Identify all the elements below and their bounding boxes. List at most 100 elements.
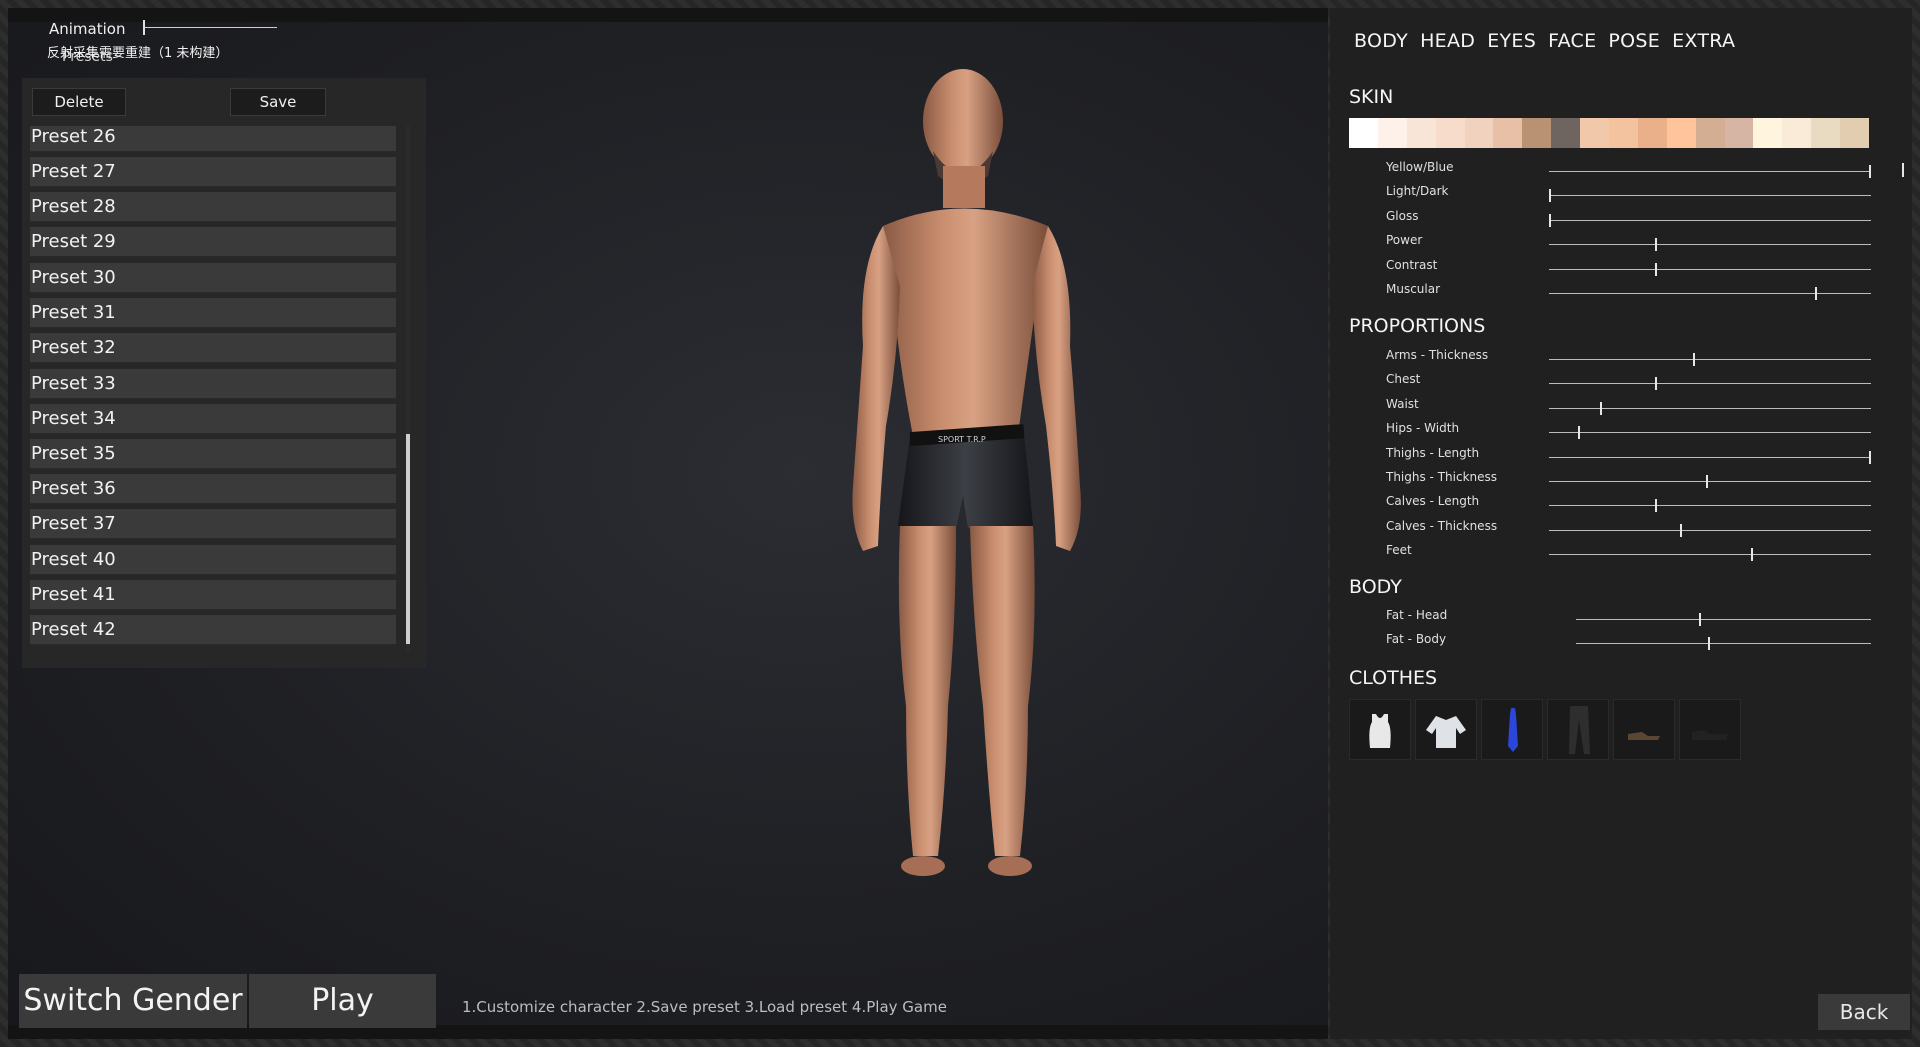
back-button[interactable]: Back [1818, 994, 1910, 1030]
skin-swatch[interactable] [1840, 118, 1870, 148]
play-button[interactable]: Play [249, 974, 436, 1028]
skin-swatch[interactable] [1695, 118, 1725, 148]
slider-track[interactable] [1549, 238, 1871, 252]
save-preset-button[interactable]: Save [230, 88, 326, 116]
skin-section-title: SKIN [1349, 86, 1394, 108]
preset-item[interactable]: Preset 31 [30, 298, 396, 328]
preset-item[interactable]: Preset 37 [30, 509, 396, 539]
slider-track[interactable] [1549, 353, 1871, 366]
slider-label: Fat - Head [1386, 608, 1448, 622]
slider-thumb[interactable] [1708, 637, 1710, 651]
skin-swatch[interactable] [1637, 118, 1667, 148]
instructions-text: 1.Customize character 2.Save preset 3.Lo… [462, 998, 947, 1016]
skin-swatch[interactable] [1753, 118, 1783, 148]
slider-thumb[interactable] [1655, 377, 1657, 391]
slider-track[interactable] [1549, 189, 1871, 203]
slider-thumb[interactable] [1815, 287, 1817, 300]
skin-swatch[interactable] [1435, 118, 1465, 148]
skin-swatch[interactable] [1406, 118, 1436, 148]
shoes-icon[interactable] [1613, 699, 1675, 760]
switch-gender-button[interactable]: Switch Gender [19, 974, 247, 1028]
preset-item[interactable]: Preset 29 [30, 227, 396, 257]
slider-thumb[interactable] [1600, 401, 1602, 415]
animation-slider[interactable] [143, 20, 277, 35]
slider-track[interactable] [1576, 637, 1871, 651]
slider-track[interactable] [1549, 548, 1871, 562]
skin-swatch[interactable] [1493, 118, 1523, 148]
character-model[interactable]: SPORT T.R.P [788, 66, 1168, 1026]
preset-item[interactable]: Preset 28 [30, 192, 396, 222]
tab-pose[interactable]: POSE [1608, 30, 1660, 52]
tab-eyes[interactable]: EYES [1487, 30, 1536, 52]
preset-item[interactable]: Preset 42 [30, 615, 396, 645]
skin-swatch[interactable] [1464, 118, 1494, 148]
skin-swatch[interactable] [1377, 118, 1407, 148]
skin-swatch[interactable] [1782, 118, 1812, 148]
preset-list[interactable]: Preset 26 Preset 27 Preset 28 Preset 29 … [30, 126, 418, 652]
slider-track[interactable] [1549, 287, 1871, 300]
slider-track[interactable] [1549, 523, 1871, 537]
slider-label: Calves - Thickness [1386, 518, 1498, 533]
slider-track[interactable] [1549, 377, 1871, 391]
slider-track[interactable] [1549, 450, 1871, 464]
slider-label: Fat - Body [1386, 632, 1447, 647]
tank-top-icon[interactable] [1349, 699, 1411, 760]
slider-label: Muscular [1386, 282, 1441, 296]
slider-track[interactable] [1549, 213, 1871, 227]
skin-swatch[interactable] [1522, 118, 1552, 148]
preset-item[interactable]: Preset 27 [30, 157, 396, 187]
preset-item[interactable]: Preset 35 [30, 439, 396, 469]
preset-item[interactable]: Preset 32 [30, 333, 396, 363]
slider-thumb[interactable] [1578, 426, 1580, 440]
slider-thumb[interactable] [1693, 353, 1695, 366]
panel-edge-marker [1902, 163, 1904, 177]
slider-thumb[interactable] [1706, 475, 1708, 488]
slider-track[interactable] [1549, 262, 1871, 276]
boots-icon[interactable] [1679, 699, 1741, 760]
tie-icon[interactable] [1481, 699, 1543, 760]
slider-thumb[interactable] [1699, 613, 1701, 626]
category-tabs: BODY HEAD EYES FACE POSE EXTRA [1354, 30, 1747, 52]
tab-body[interactable]: BODY [1354, 30, 1408, 52]
preset-item[interactable]: Preset 34 [30, 404, 396, 434]
slider-track[interactable] [1549, 426, 1871, 440]
preset-item[interactable]: Preset 26 [30, 126, 396, 152]
preset-scrollbar-thumb[interactable] [406, 434, 410, 644]
slider-track[interactable] [1549, 475, 1871, 488]
slider-track[interactable] [1549, 499, 1871, 513]
slider-thumb[interactable] [1655, 238, 1657, 252]
slider-label: Power [1386, 233, 1423, 248]
tab-extra[interactable]: EXTRA [1672, 30, 1735, 52]
delete-preset-button[interactable]: Delete [32, 88, 126, 116]
slider-track[interactable] [1576, 613, 1871, 626]
slider-label: Gloss [1386, 208, 1419, 223]
slider-thumb[interactable] [1655, 499, 1657, 513]
skin-swatch[interactable] [1811, 118, 1841, 148]
shirt-icon[interactable] [1415, 699, 1477, 760]
slider-thumb[interactable] [1869, 450, 1871, 464]
skin-swatch[interactable] [1551, 118, 1581, 148]
animation-slider-thumb[interactable] [143, 20, 145, 35]
slider-thumb[interactable] [1680, 523, 1682, 537]
skin-swatch[interactable] [1666, 118, 1696, 148]
preset-item[interactable]: Preset 40 [30, 545, 396, 575]
tab-head[interactable]: HEAD [1420, 30, 1475, 52]
slider-label: Yellow/Blue [1386, 160, 1454, 174]
slider-track[interactable] [1549, 401, 1871, 415]
slider-thumb[interactable] [1549, 213, 1551, 227]
preset-item[interactable]: Preset 30 [30, 263, 396, 293]
slider-thumb[interactable] [1869, 165, 1871, 178]
skin-swatch[interactable] [1724, 118, 1754, 148]
skin-swatch[interactable] [1580, 118, 1610, 148]
skin-swatch[interactable] [1609, 118, 1638, 148]
pants-icon[interactable] [1547, 699, 1609, 760]
slider-thumb[interactable] [1549, 189, 1551, 203]
preset-item[interactable]: Preset 41 [30, 580, 396, 610]
slider-thumb[interactable] [1751, 548, 1753, 562]
preset-item[interactable]: Preset 36 [30, 474, 396, 504]
slider-thumb[interactable] [1655, 262, 1657, 276]
preset-item[interactable]: Preset 33 [30, 369, 396, 399]
skin-swatch[interactable] [1349, 118, 1378, 148]
slider-track[interactable] [1549, 165, 1871, 178]
tab-face[interactable]: FACE [1548, 30, 1596, 52]
